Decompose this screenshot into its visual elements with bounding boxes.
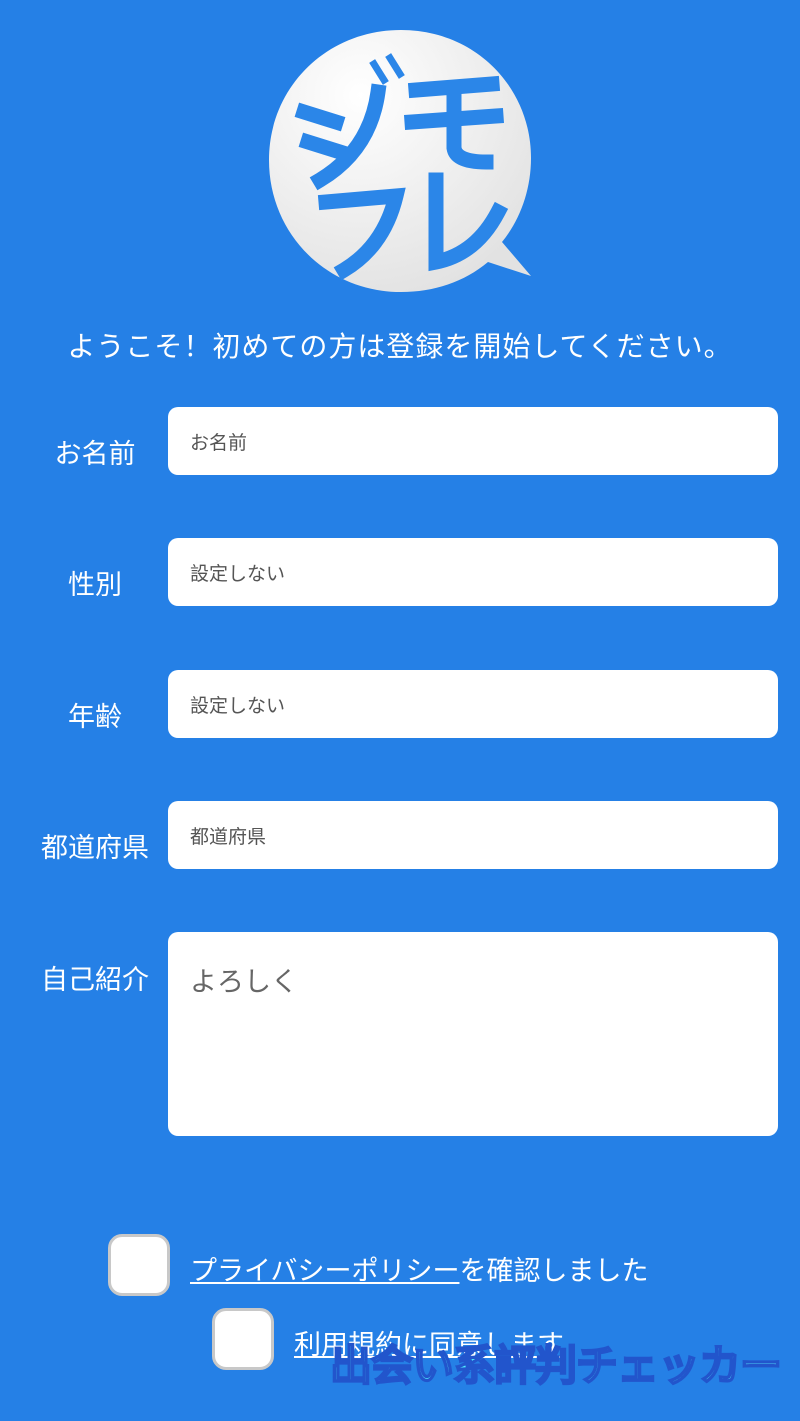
welcome-message: ようこそ！初めての方は登録を開始してください。 bbox=[67, 330, 733, 363]
gender-label: 性別 bbox=[68, 570, 122, 601]
app-logo bbox=[269, 30, 531, 292]
privacy-checkbox[interactable] bbox=[108, 1234, 170, 1296]
watermark-text: 出会い系評判チェッカー bbox=[329, 1340, 783, 1391]
gender-select[interactable]: 設定しない bbox=[168, 538, 778, 606]
age-label: 年齢 bbox=[68, 702, 122, 733]
age-select[interactable]: 設定しない bbox=[168, 670, 778, 738]
bio-label: 自己紹介 bbox=[41, 965, 149, 996]
name-label: お名前 bbox=[54, 439, 136, 470]
privacy-agreement-text: プライバシーポリシーを確認しました bbox=[190, 1249, 648, 1288]
bio-textarea[interactable]: よろしく bbox=[168, 932, 778, 1136]
terms-checkbox[interactable] bbox=[212, 1308, 274, 1370]
privacy-suffix: を確認しました bbox=[459, 1256, 649, 1287]
name-input[interactable]: お名前 bbox=[168, 407, 778, 475]
prefecture-select[interactable]: 都道府県 bbox=[168, 801, 778, 869]
prefecture-label: 都道府県 bbox=[41, 833, 149, 864]
privacy-policy-link[interactable]: プライバシーポリシー bbox=[190, 1256, 459, 1287]
